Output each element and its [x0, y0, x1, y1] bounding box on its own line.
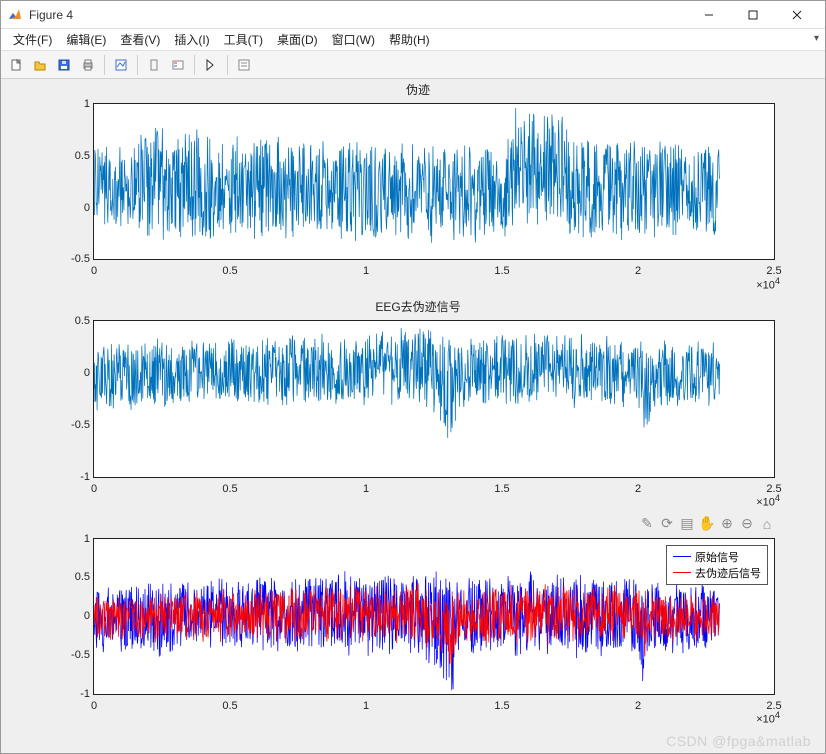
legend-entry-raw: 原始信号: [673, 549, 761, 565]
menubar: 文件(F) 编辑(E) 查看(V) 插入(I) 工具(T) 桌面(D) 窗口(W…: [1, 29, 825, 51]
legend-swatch-red: [673, 572, 691, 573]
xtick: 0.5: [222, 265, 237, 277]
minimize-button[interactable]: [687, 1, 731, 29]
x-exponent-label: ×104: [756, 493, 780, 509]
menu-window[interactable]: 窗口(W): [326, 29, 381, 50]
xtick: 1: [363, 700, 369, 712]
link-plot-icon[interactable]: [110, 54, 132, 76]
print-icon[interactable]: [77, 54, 99, 76]
new-file-icon[interactable]: [5, 54, 27, 76]
window-title: Figure 4: [29, 8, 73, 22]
ytick: -1: [50, 688, 90, 700]
menu-insert[interactable]: 插入(I): [168, 29, 215, 50]
xtick: 1.5: [494, 700, 509, 712]
xtick: 2: [635, 483, 641, 495]
axes-toolbar: ✎ ⟳ ▤ ✋ ⊕ ⊖ ⌂: [639, 516, 775, 532]
toolbar: [1, 51, 825, 79]
ytick: -0.5: [50, 419, 90, 431]
x-exponent-label: ×104: [756, 276, 780, 292]
axes-2[interactable]: -1-0.500.500.511.522.5×104: [93, 320, 775, 477]
menu-view[interactable]: 查看(V): [114, 29, 166, 50]
property-inspector-icon[interactable]: [233, 54, 255, 76]
insert-legend-icon[interactable]: [167, 54, 189, 76]
xtick: 0.5: [222, 483, 237, 495]
legend-label-raw: 原始信号: [695, 549, 739, 565]
save-icon[interactable]: [53, 54, 75, 76]
xtick: 1: [363, 265, 369, 277]
figure-canvas: 伪迹 -0.500.5100.511.522.5×104 EEG去伪迹信号 -1…: [1, 79, 825, 753]
plot-title: EEG去伪迹信号: [41, 298, 795, 315]
plot-title: 伪迹: [41, 81, 795, 98]
subplots-container: 伪迹 -0.500.5100.511.522.5×104 EEG去伪迹信号 -1…: [41, 99, 795, 723]
ytick: 1: [50, 98, 90, 110]
toolbar-separator: [194, 55, 195, 75]
xtick: 1: [363, 483, 369, 495]
figure-window: Figure 4 文件(F) 编辑(E) 查看(V) 插入(I) 工具(T) 桌…: [0, 0, 826, 754]
ytick: -0.5: [50, 253, 90, 265]
menu-file[interactable]: 文件(F): [7, 29, 58, 50]
data-cursor-icon[interactable]: ▤: [679, 516, 695, 532]
pan-icon[interactable]: ✋: [699, 516, 715, 532]
toolbar-separator: [104, 55, 105, 75]
signal-artifact: [94, 104, 774, 259]
ytick: 0: [50, 610, 90, 622]
ytick: -0.5: [50, 649, 90, 661]
menu-overflow-icon[interactable]: ▾: [814, 33, 819, 44]
subplot-3: ✎ ⟳ ▤ ✋ ⊕ ⊖ ⌂ 原始信号: [41, 534, 795, 723]
legend[interactable]: 原始信号 去伪迹后信号: [666, 545, 768, 585]
legend-label-clean: 去伪迹后信号: [695, 565, 761, 581]
ytick: -1: [50, 471, 90, 483]
menu-help[interactable]: 帮助(H): [383, 29, 436, 50]
menu-tools[interactable]: 工具(T): [218, 29, 269, 50]
close-button[interactable]: [775, 1, 819, 29]
toolbar-separator: [137, 55, 138, 75]
xtick: 0: [91, 265, 97, 277]
insert-colorbar-icon[interactable]: [143, 54, 165, 76]
xtick: 2: [635, 265, 641, 277]
subplot-2: EEG去伪迹信号 -1-0.500.500.511.522.5×104: [41, 316, 795, 505]
zoom-in-icon[interactable]: ⊕: [719, 516, 735, 532]
brush-icon[interactable]: ✎: [639, 516, 655, 532]
legend-entry-clean: 去伪迹后信号: [673, 565, 761, 581]
axes-1[interactable]: -0.500.5100.511.522.5×104: [93, 103, 775, 260]
maximize-button[interactable]: [731, 1, 775, 29]
signal-eeg-clean: [94, 321, 774, 476]
zoom-out-icon[interactable]: ⊖: [739, 516, 755, 532]
titlebar: Figure 4: [1, 1, 825, 29]
watermark: CSDN @fpga&matlab: [666, 733, 811, 749]
edit-plot-icon[interactable]: [200, 54, 222, 76]
axes-3[interactable]: 原始信号 去伪迹后信号 -1-0.500.5100.511.522.5×104: [93, 538, 775, 695]
ytick: 0.5: [50, 315, 90, 327]
xtick: 2: [635, 700, 641, 712]
ytick: 0.5: [50, 571, 90, 583]
x-exponent-label: ×104: [756, 710, 780, 726]
ytick: 1: [50, 533, 90, 545]
xtick: 0.5: [222, 700, 237, 712]
xtick: 0: [91, 700, 97, 712]
open-icon[interactable]: [29, 54, 51, 76]
xtick: 1.5: [494, 265, 509, 277]
ytick: 0.5: [50, 150, 90, 162]
rotate-icon[interactable]: ⟳: [659, 516, 675, 532]
matlab-icon: [7, 7, 23, 23]
toolbar-separator: [227, 55, 228, 75]
legend-swatch-blue: [673, 556, 691, 557]
ytick: 0: [50, 367, 90, 379]
subplot-1: 伪迹 -0.500.5100.511.522.5×104: [41, 99, 795, 288]
home-icon[interactable]: ⌂: [759, 516, 775, 532]
xtick: 0: [91, 483, 97, 495]
menu-edit[interactable]: 编辑(E): [60, 29, 112, 50]
ytick: 0: [50, 202, 90, 214]
xtick: 1.5: [494, 483, 509, 495]
menu-desktop[interactable]: 桌面(D): [271, 29, 324, 50]
